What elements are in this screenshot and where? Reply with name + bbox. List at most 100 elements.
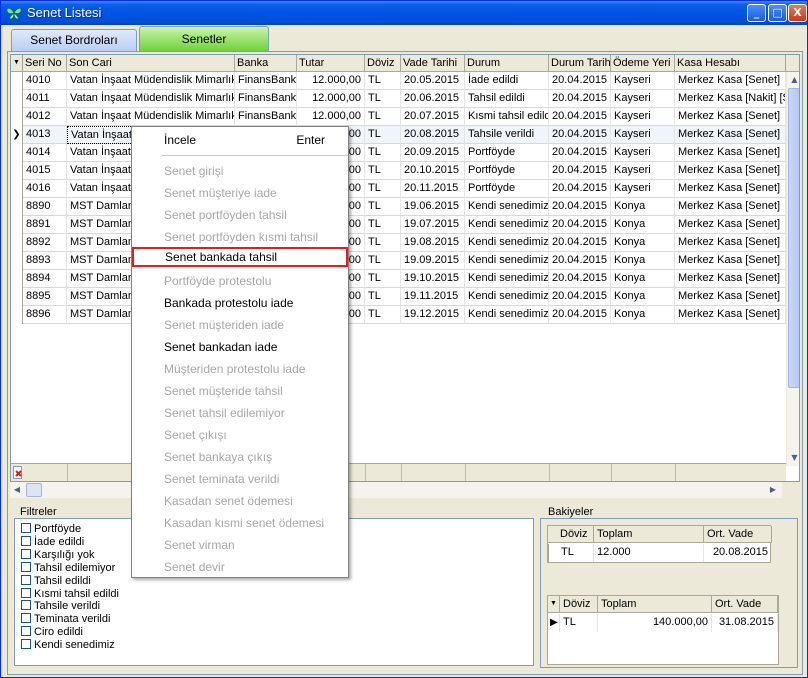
table-row[interactable]: 8896 MST Damlam 00 TL 19.12.2015 Kendi senedi… <box>11 306 786 324</box>
column-header-banka[interactable]: Banka <box>235 55 297 72</box>
cell-vade-tarihi[interactable]: 19.07.2015 <box>401 216 465 234</box>
cell-durum[interactable]: Kendi senedimiz <box>465 306 549 324</box>
cell-durum[interactable]: Kendi senedimiz <box>465 288 549 306</box>
context-menu-item[interactable]: Senet bankadan iade <box>133 336 347 358</box>
cell-doviz[interactable]: TL <box>365 162 401 180</box>
row-pointer-icon[interactable]: ❯ <box>11 126 23 144</box>
cell-kasa-hesabi[interactable]: Merkez Kasa [Senet] <box>675 72 786 90</box>
cell-doviz[interactable]: TL <box>365 180 401 198</box>
cell-vade-tarihi[interactable]: 19.08.2015 <box>401 234 465 252</box>
filter-item[interactable]: Portföyde <box>21 523 81 536</box>
cell-durum[interactable]: Kendi senedimiz <box>465 216 549 234</box>
filter-item[interactable]: Tahsile verildi <box>21 600 100 613</box>
cell-kasa-hesabi[interactable]: Merkez Kasa [Nakit] [Senet] <box>675 90 786 108</box>
cell-kasa-hesabi[interactable]: Merkez Kasa [Senet] <box>675 198 786 216</box>
filter-item[interactable]: İade edildi <box>21 536 84 549</box>
cell-doviz[interactable]: TL <box>365 252 401 270</box>
table-row[interactable]: 8893 MST Damlam 00 TL 19.09.2015 Kendi senedi… <box>11 252 786 270</box>
cell-vade-tarihi[interactable]: 19.12.2015 <box>401 306 465 324</box>
cell-odeme-yeri[interactable]: Kayseri <box>611 90 675 108</box>
filter-checkbox[interactable] <box>21 626 31 637</box>
filter-checkbox[interactable] <box>21 548 31 559</box>
filter-item[interactable]: Karşılığı yok <box>21 549 95 562</box>
cell-durum[interactable]: Portföyde <box>465 162 549 180</box>
cell-durum[interactable]: Tahsil edildi <box>465 90 549 108</box>
scroll-left-arrow-icon[interactable]: ◀ <box>10 482 24 498</box>
row-indicator[interactable] <box>11 306 23 324</box>
filter-item[interactable]: Tahsil edildi <box>21 575 91 588</box>
filter-item[interactable]: Teminata verildi <box>21 613 110 626</box>
cell-vade-tarihi[interactable]: 19.09.2015 <box>401 252 465 270</box>
cell-seri-no[interactable]: 8896 <box>23 306 67 324</box>
table-row[interactable]: 4016 Vatan İnşaat 00 TL 20.11.2015 Portföyde 2… <box>11 180 786 198</box>
cell-vade-tarihi[interactable]: 20.05.2015 <box>401 72 465 90</box>
cell-kasa-hesabi[interactable]: Merkez Kasa [Senet] <box>675 306 786 324</box>
cell-durum-tarih[interactable]: 20.04.2015 <box>549 198 611 216</box>
table-row[interactable]: 4010 Vatan İnşaat Müdendislik Mimarlık Fin… <box>11 72 786 90</box>
title-bar[interactable]: Senet Listesi _ □ X <box>1 1 807 25</box>
cell-vade-tarihi[interactable]: 19.06.2015 <box>401 198 465 216</box>
context-menu-item[interactable]: Senet tahsil edilemiyor <box>133 402 347 424</box>
filter-item[interactable]: Ciro edildi <box>21 626 83 639</box>
cell-kasa-hesabi[interactable]: Merkez Kasa [Senet] <box>675 180 786 198</box>
column-header-tutar[interactable]: Tutar <box>297 55 365 72</box>
cell-tutar[interactable]: 12.000,00 <box>297 72 365 90</box>
table-row[interactable]: 4012 Vatan İnşaat Müdendislik Mimarlık Fin… <box>11 108 786 126</box>
minimize-button[interactable]: _ <box>747 4 766 22</box>
balance-bottom-grid[interactable]: ▼ Döviz Toplam Ort. Vade ▶ TL 140.000,00… <box>547 595 779 665</box>
table-row[interactable]: 8890 MST Damlam 00 TL 19.06.2015 Kendi senedi… <box>11 198 786 216</box>
cell-kasa-hesabi[interactable]: Merkez Kasa [Senet] <box>675 216 786 234</box>
tab-senetler[interactable]: Senetler <box>139 26 269 51</box>
cell-odeme-yeri[interactable]: Kayseri <box>611 126 675 144</box>
cell-doviz[interactable]: TL <box>365 234 401 252</box>
filter-item[interactable]: Kısmi tahsil edildi <box>21 588 119 601</box>
cell-durum[interactable]: Portföyde <box>465 180 549 198</box>
cell-vade-tarihi[interactable]: 20.11.2015 <box>401 180 465 198</box>
cell-seri-no[interactable]: 8892 <box>23 234 67 252</box>
cell-doviz[interactable]: TL <box>365 198 401 216</box>
cell-odeme-yeri[interactable]: Konya <box>611 234 675 252</box>
cell-vade-tarihi[interactable]: 20.09.2015 <box>401 144 465 162</box>
context-menu-item[interactable]: Senet müşteriye iade <box>133 182 347 204</box>
cell-durum[interactable]: Kendi senedimiz <box>465 198 549 216</box>
column-chooser-icon[interactable]: ▼ <box>11 55 23 72</box>
grid-vertical-scrollbar[interactable]: ▲ ▼ <box>786 72 799 466</box>
context-menu-item[interactable]: Kasadan kısmi senet ödemesi <box>133 512 347 534</box>
table-row[interactable]: 4015 Vatan İnşaat 00 TL 20.10.2015 Portföyde 2… <box>11 162 786 180</box>
scroll-thumb[interactable] <box>788 88 799 388</box>
cell-doviz[interactable]: TL <box>365 306 401 324</box>
row-indicator[interactable] <box>11 198 23 216</box>
cell-durum[interactable]: Kendi senedimiz <box>465 270 549 288</box>
cell-durum[interactable]: İade edildi <box>465 72 549 90</box>
context-menu-item[interactable]: Senet portföyden kısmi tahsil <box>133 226 347 248</box>
table-row[interactable]: 4014 Vatan İnşaat 00 TL 20.09.2015 Portföyde 2… <box>11 144 786 162</box>
cell-seri-no[interactable]: 4011 <box>23 90 67 108</box>
cell-kasa-hesabi[interactable]: Merkez Kasa [Senet] <box>675 126 786 144</box>
context-menu-item[interactable]: Müşteriden protestolu iade <box>133 358 347 380</box>
filter-item[interactable]: Tahsil edilemiyor <box>21 562 115 575</box>
cell-durum-tarih[interactable]: 20.04.2015 <box>549 108 611 126</box>
column-header-son-cari[interactable]: Son Cari <box>67 55 235 72</box>
context-menu-item[interactable]: Senet teminata verildi <box>133 468 347 490</box>
cell-durum[interactable]: Kendi senedimiz <box>465 252 549 270</box>
context-menu-item[interactable]: Senet müşteriden iade <box>133 314 347 336</box>
balance-top-grid[interactable]: Döviz Toplam Ort. Vade TL 12.000 20.08.2… <box>547 525 772 563</box>
cell-seri-no[interactable]: 8891 <box>23 216 67 234</box>
cell-odeme-yeri[interactable]: Kayseri <box>611 108 675 126</box>
cell-seri-no[interactable]: 8895 <box>23 288 67 306</box>
row-indicator[interactable] <box>11 162 23 180</box>
filter-checkbox[interactable] <box>21 600 31 611</box>
cell-tutar[interactable]: 12.000,00 <box>297 90 365 108</box>
cell-kasa-hesabi[interactable]: Merkez Kasa [Senet] <box>675 252 786 270</box>
column-header-durum-tarih[interactable]: Durum Tarih <box>549 55 611 72</box>
context-menu-item[interactable]: Senet girişi <box>133 160 347 182</box>
cell-odeme-yeri[interactable]: Konya <box>611 270 675 288</box>
filter-checkbox[interactable] <box>21 574 31 585</box>
column-header-doviz[interactable]: Döviz <box>365 55 401 72</box>
filter-checkbox[interactable] <box>21 613 31 624</box>
cell-kasa-hesabi[interactable]: Merkez Kasa [Senet] <box>675 288 786 306</box>
cell-kasa-hesabi[interactable]: Merkez Kasa [Senet] <box>675 270 786 288</box>
cell-doviz[interactable]: TL <box>365 216 401 234</box>
cell-odeme-yeri[interactable]: Kayseri <box>611 180 675 198</box>
cell-durum-tarih[interactable]: 20.04.2015 <box>549 180 611 198</box>
